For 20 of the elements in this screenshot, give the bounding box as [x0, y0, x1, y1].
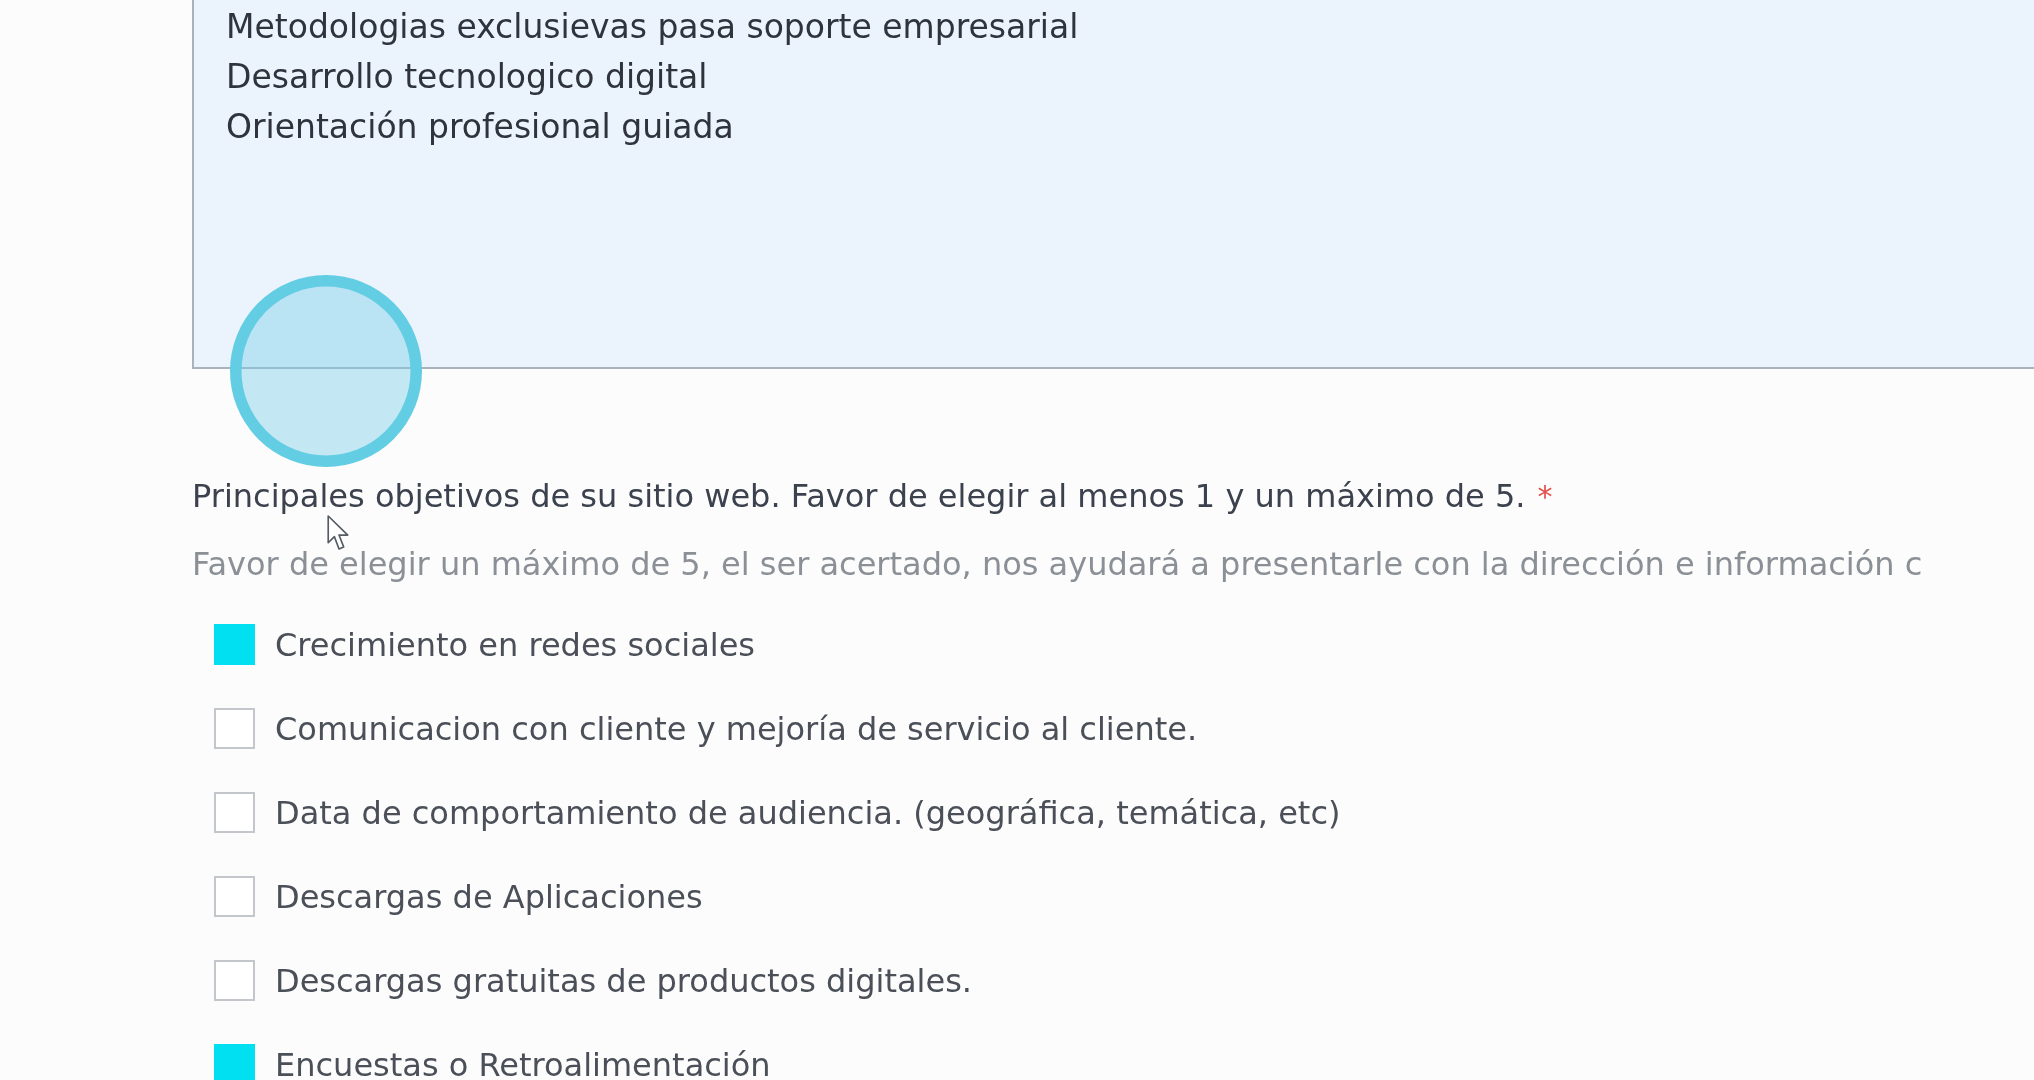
- text-line: Metodologias exclusievas pasa soporte empresarial: [226, 6, 1080, 48]
- checkbox[interactable]: [214, 960, 255, 1001]
- text-line: Orientación profesional guiada: [226, 106, 735, 148]
- checkbox[interactable]: [214, 708, 255, 749]
- checkbox[interactable]: [214, 624, 255, 665]
- text-line: Desarrollo tecnologico digital: [226, 56, 709, 98]
- required-asterisk: *: [1537, 478, 1553, 516]
- option-label: Data de comportamiento de audiencia. (geográfica, temática, etc): [275, 792, 1341, 833]
- text-area-field[interactable]: Metodologias exclusievas pasa soporte empresarial Desarrollo tecnologico digital Orientación profesional guiada: [192, 0, 2034, 369]
- checkbox[interactable]: [214, 792, 255, 833]
- option-label: Comunicacion con cliente y mejoría de servicio al cliente.: [275, 708, 1198, 749]
- option-label: Crecimiento en redes sociales: [275, 624, 755, 665]
- option-label: Encuestas o Retroalimentación: [275, 1044, 771, 1080]
- option-label: Descargas de Aplicaciones: [275, 876, 703, 917]
- checkbox[interactable]: [214, 1044, 255, 1080]
- mouse-pointer-icon: [327, 515, 350, 551]
- question-label: Principales objetivos de su sitio web. Favor de elegir al menos 1 y un máximo de 5.: [192, 476, 1526, 516]
- checkbox[interactable]: [214, 876, 255, 917]
- option-label: Descargas gratuitas de productos digitales.: [275, 960, 972, 1001]
- question-description: Favor de elegir un máximo de 5, el ser acertado, nos ayudará a presentarle con la dirección e información c: [192, 544, 1924, 584]
